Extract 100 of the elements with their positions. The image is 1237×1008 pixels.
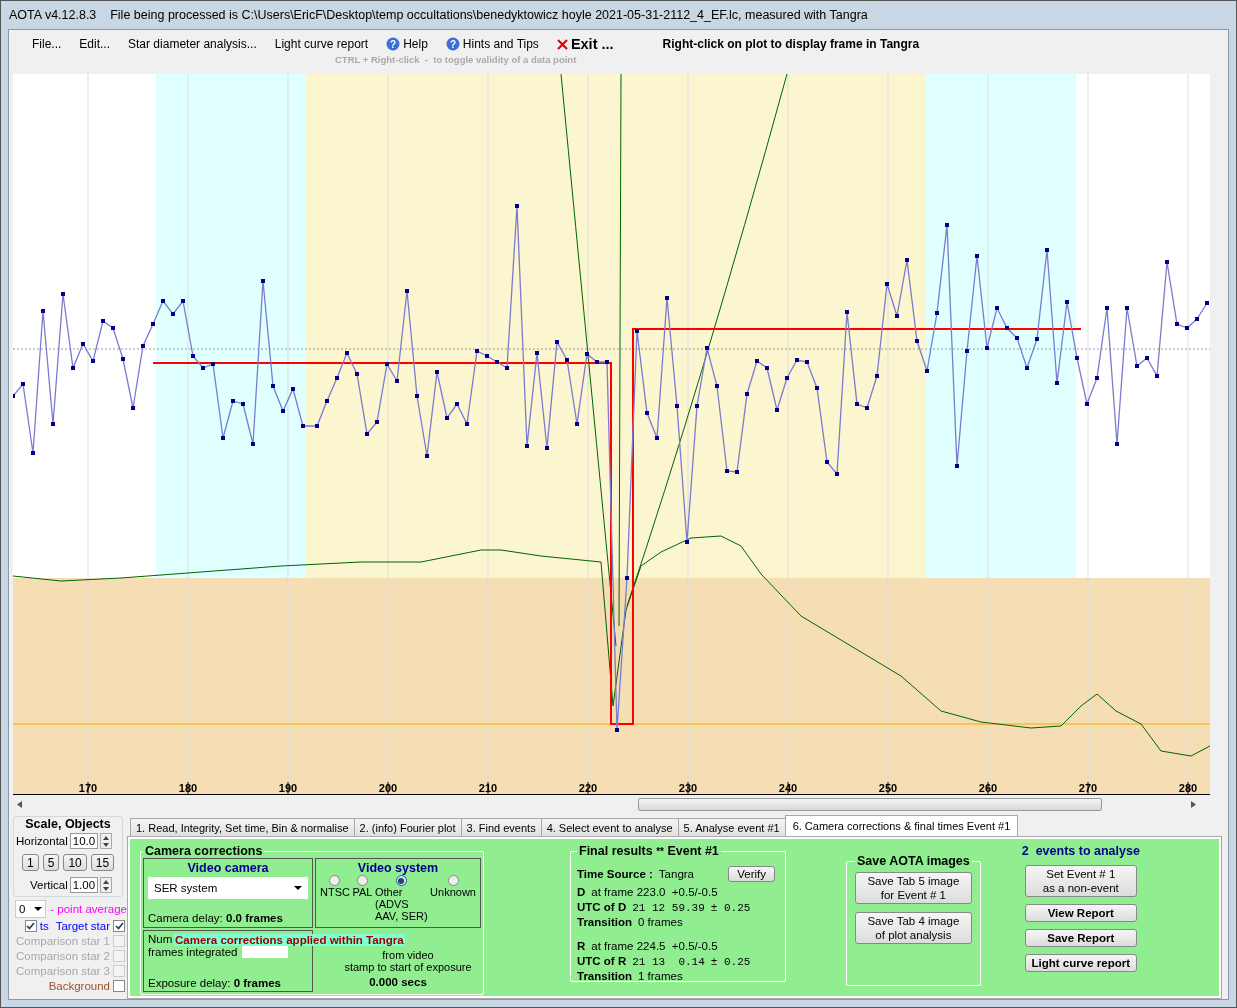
right-arrow-icon[interactable] xyxy=(1191,800,1196,808)
horizontal-field[interactable]: 10.0 xyxy=(69,833,98,849)
tangra-banner: Camera corrections applied within Tangra xyxy=(174,934,405,946)
scale-button[interactable]: 5 xyxy=(42,854,60,871)
average-dropdown[interactable]: 0 xyxy=(15,900,47,918)
axis-tick-label: 270 xyxy=(1078,782,1098,794)
report-button[interactable]: Set Event # 1 as a non-event xyxy=(1024,865,1137,897)
radio-button[interactable]: NTSC xyxy=(320,875,350,922)
events-title: events to analyse xyxy=(1035,844,1140,858)
camera-delay: Camera delay: 0.0 frames xyxy=(148,912,284,925)
scale-button[interactable]: 15 xyxy=(90,854,115,871)
offset-value: 0.000 secs xyxy=(369,976,427,988)
axis-tick-label: 190 xyxy=(278,782,298,794)
help-icon: ? xyxy=(445,37,460,51)
menu-item[interactable]: ? Hints and Tips xyxy=(436,36,548,52)
report-button[interactable]: Light curve report xyxy=(1024,954,1137,972)
radio-button[interactable]: Other (ADVS AAV, SER) xyxy=(375,875,428,922)
checkbox[interactable] xyxy=(113,979,125,992)
object-label: Background xyxy=(48,979,110,992)
section-title: Video camera xyxy=(186,861,270,875)
menu-item[interactable]: Light curve report xyxy=(265,36,378,52)
menu-item[interactable]: Edit... xyxy=(70,36,120,52)
axis-tick-label: 280 xyxy=(1178,782,1198,794)
event-letter: D xyxy=(577,886,586,898)
tab[interactable]: 6. Camera corrections & final times Event #1 xyxy=(784,815,1019,836)
report-button[interactable]: View Report xyxy=(1024,904,1137,922)
dots-label: ts xyxy=(39,919,49,932)
transition-label: Transition xyxy=(577,916,632,928)
tab[interactable]: 2. (info) Fourier plot xyxy=(353,818,462,836)
tab[interactable]: 4. Select event to analyse xyxy=(540,818,679,836)
save-image-button[interactable]: Save Tab 5 image for Event # 1 xyxy=(855,872,972,904)
report-button[interactable]: Save Report xyxy=(1024,929,1137,947)
panel-title: Final results xyxy=(579,844,653,858)
tab[interactable]: 5. Analyse event #1 xyxy=(677,818,786,836)
camera-dropdown[interactable]: SER system xyxy=(148,877,308,899)
menu-item[interactable]: ? Help xyxy=(377,36,437,52)
toggle-hint: CTRL + Right-click - to toggle validity of a data point xyxy=(335,54,577,65)
utc-value: 21 13 0.14 xyxy=(632,956,705,968)
spin-buttons[interactable] xyxy=(99,877,112,893)
scale-button[interactable]: 10 xyxy=(63,854,87,871)
event-frame: at frame 223.0 +0.5/-0.5 xyxy=(591,886,718,898)
object-label: Target star xyxy=(55,919,110,932)
panel-title: Save AOTA images xyxy=(856,854,971,868)
exposure-delay: Exposure delay: 0 frames xyxy=(148,977,282,989)
left-arrow-icon[interactable] xyxy=(17,800,22,808)
frames-label: frames integrated xyxy=(148,946,238,958)
axis-tick-label: 220 xyxy=(578,782,598,794)
radio-button[interactable]: PAL xyxy=(352,875,373,922)
checkbox[interactable] xyxy=(24,919,37,932)
radio-circle[interactable] xyxy=(395,875,407,886)
radio-circle[interactable] xyxy=(447,875,459,886)
event-title: Event #1 xyxy=(667,844,719,858)
window-title: AOTA v4.12.8.3 File being processed is C:\Users\EricF\Desktop\temp occultations\benedyktowicz hoyle 2021-05-31-2112_4_EF.lc, measured with Tangra xyxy=(8,7,869,24)
tab[interactable]: 3. Find events xyxy=(460,818,542,836)
object-label: Comparison star 2 xyxy=(16,949,110,962)
axis-tick-label: 210 xyxy=(478,782,498,794)
transition-label: Transition xyxy=(577,970,632,982)
light-curve-plot[interactable]: 170 180 190 200 210 220 230 240 250 260 270 280 xyxy=(13,74,1210,796)
verify-button[interactable]: Verify xyxy=(728,866,775,882)
utc-label: UTC of R xyxy=(577,955,627,967)
event-letter: R xyxy=(577,940,586,952)
utc-value: 21 12 59.39 xyxy=(632,902,705,914)
spin-buttons[interactable] xyxy=(99,833,112,849)
utc-error: ± 0.25 xyxy=(710,956,751,968)
object-label: Comparison star 3 xyxy=(16,964,110,977)
radio-circle[interactable] xyxy=(329,875,341,886)
vertical-label: Vertical xyxy=(30,879,68,891)
axis-tick-label: 240 xyxy=(778,782,798,794)
axis-tick-label: 250 xyxy=(878,782,898,794)
time-source-label: Time Source : xyxy=(577,868,653,880)
axis-tick-label: 180 xyxy=(178,782,198,794)
radio-circle[interactable] xyxy=(356,875,368,886)
horizontal-label: Horizontal xyxy=(16,835,68,847)
tab[interactable]: 1. Read, Integrity, Set time, Bin & normalise xyxy=(130,818,355,836)
save-image-button[interactable]: Save Tab 4 image of plot analysis xyxy=(855,912,972,944)
axis-tick-label: 200 xyxy=(378,782,398,794)
menu-item[interactable]: Exit ... xyxy=(547,36,623,52)
average-label: - point average xyxy=(50,903,127,915)
axis-tick-label: 260 xyxy=(978,782,998,794)
data-series[interactable] xyxy=(13,204,1209,732)
time-source-value: Tangra xyxy=(658,868,694,880)
marker-text: ** xyxy=(656,846,664,857)
section-title: Video system xyxy=(356,861,440,875)
object-label: Comparison star 1 xyxy=(16,934,110,947)
menu-item[interactable]: File... xyxy=(23,36,71,52)
frames-label: Num xyxy=(148,933,173,945)
transition-value: 1 frames xyxy=(637,970,683,982)
utc-label: UTC of D xyxy=(577,901,627,913)
menu-item[interactable]: Star diameter analysis... xyxy=(119,36,266,52)
vertical-field[interactable]: 1.00 xyxy=(69,877,98,893)
scale-button[interactable]: 1 xyxy=(22,854,39,871)
panel-title: Camera corrections xyxy=(144,844,264,858)
close-icon xyxy=(556,38,568,50)
utc-error: ± 0.25 xyxy=(710,902,751,914)
radio-button[interactable]: Unknown xyxy=(430,875,476,922)
checkbox[interactable] xyxy=(113,919,125,932)
event-frame: at frame 224.5 +0.5/-0.5 xyxy=(591,940,718,952)
offset-text: from video stamp to start of exposure xyxy=(343,949,472,973)
transition-value: 0 frames xyxy=(637,916,683,928)
frames-field[interactable] xyxy=(241,946,288,958)
